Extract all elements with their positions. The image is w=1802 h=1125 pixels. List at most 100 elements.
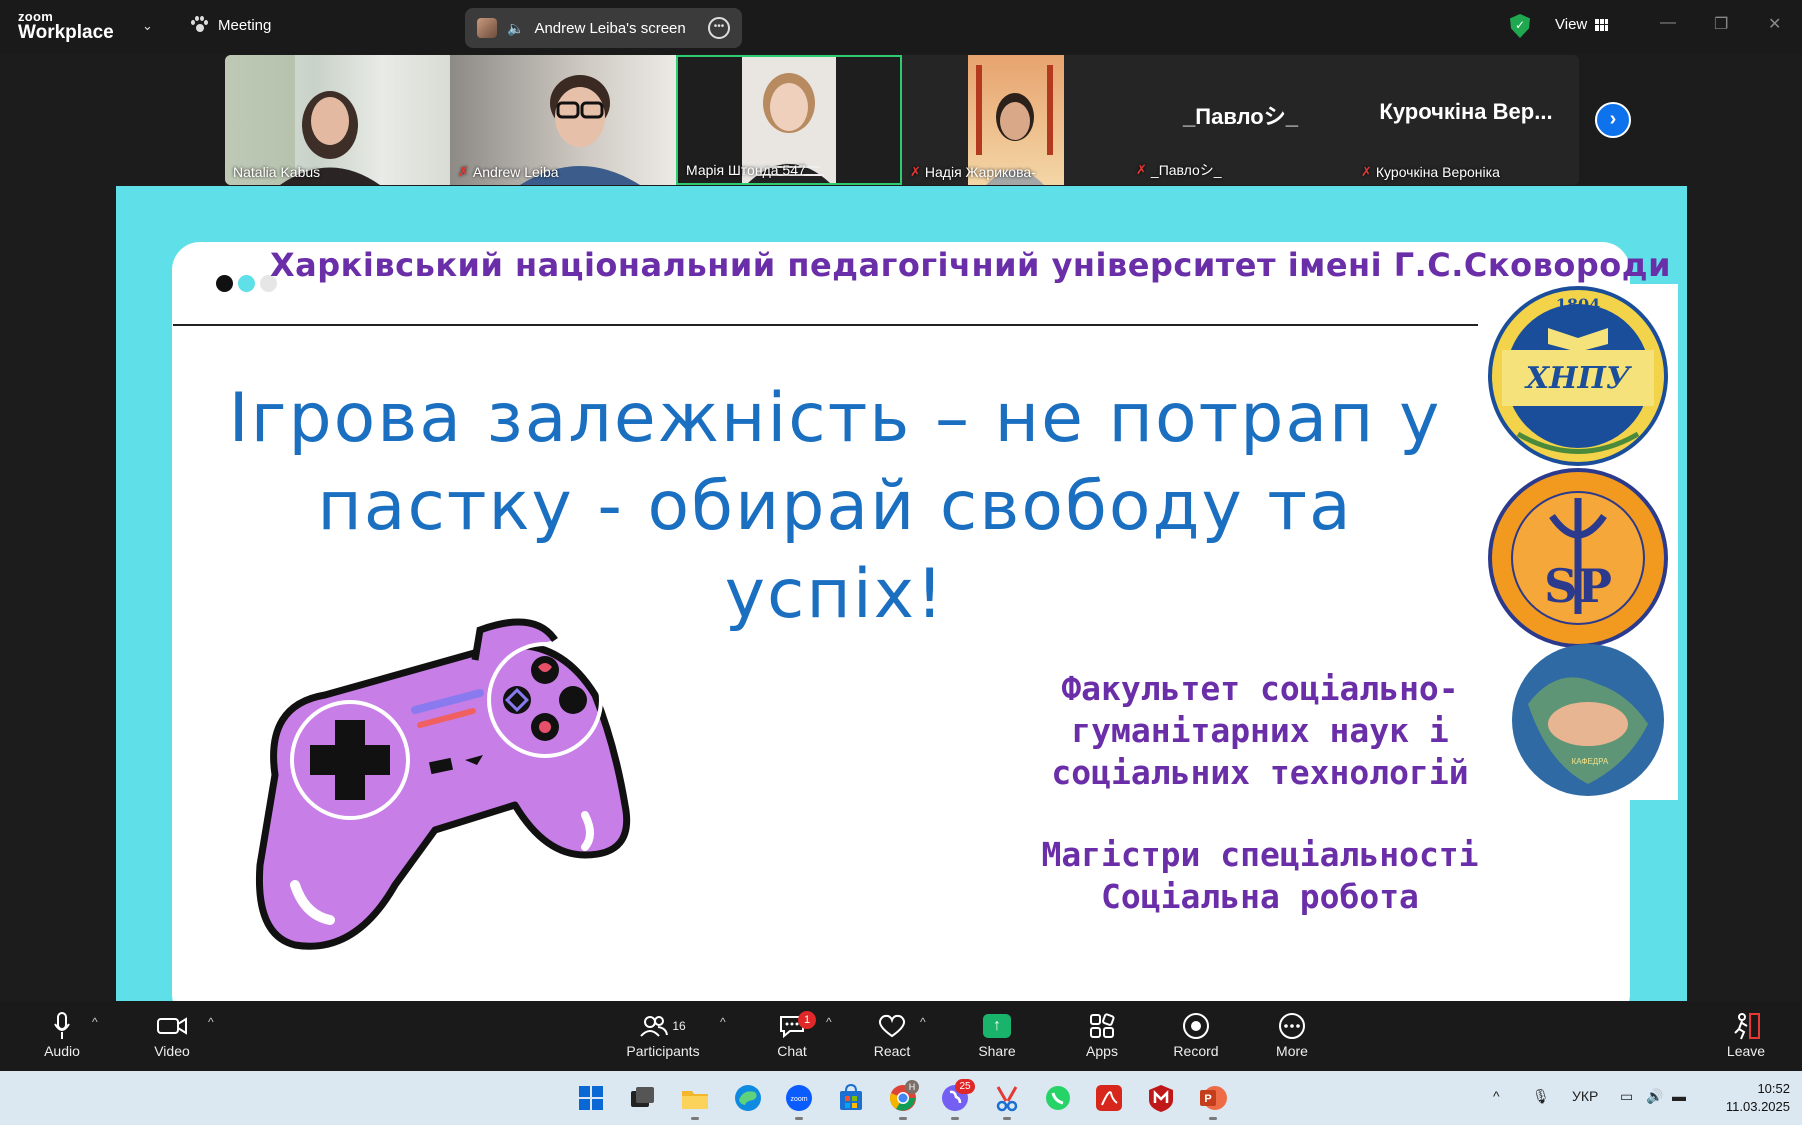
participant-name: Natalia Kabus — [233, 164, 321, 180]
leave-button[interactable]: Leave — [1722, 1009, 1770, 1059]
input-language[interactable]: УКР — [1572, 1088, 1598, 1104]
participant-display-name: Курочкіна Вер... — [1379, 99, 1553, 124]
close-icon[interactable]: ✕ — [1768, 14, 1781, 34]
avatar — [477, 18, 497, 38]
leave-icon — [1734, 1013, 1760, 1040]
more-button[interactable]: More — [1268, 1009, 1316, 1059]
chat-badge: 1 — [798, 1011, 816, 1029]
mcafee-icon[interactable] — [1146, 1083, 1176, 1113]
participant-tile[interactable]: Курочкіна Вер... ✗ Курочкіна Вероніка — [1353, 55, 1579, 185]
specialty-text: Магістри спеціальності Соціальна робота — [1041, 835, 1479, 916]
audio-button[interactable]: Audio — [38, 1009, 86, 1059]
participant-name: ✗ Надія Жарикова- — [910, 164, 1036, 180]
top-bar: zoom Workplace ⌄ Meeting 🔈 Andrew Leiba'… — [0, 0, 1802, 54]
logo-text: SP — [1544, 559, 1612, 613]
view-button[interactable]: View — [1555, 16, 1609, 33]
chat-options-caret[interactable]: ^ — [826, 1015, 832, 1029]
whatsapp-icon[interactable] — [1043, 1083, 1073, 1113]
file-explorer-icon[interactable] — [680, 1083, 710, 1113]
snipping-tool-icon[interactable] — [992, 1083, 1022, 1113]
slide-title: Ігрова залежність – не потрап у пастку -… — [228, 379, 1442, 634]
participant-gallery: Natalia Kabus ✗ Andrew Leiba Марія Штонда… — [225, 55, 1579, 185]
svg-text:zoom: zoom — [790, 1096, 807, 1103]
university-title: Харківський національний педагогічний ун… — [270, 246, 1671, 284]
share-button[interactable]: ↑ Share — [972, 1009, 1022, 1059]
video-camera-icon — [157, 1017, 187, 1035]
screen-share-indicator[interactable]: 🔈 Andrew Leiba's screen ••• — [465, 8, 742, 48]
mic-off-icon: ✗ — [1361, 164, 1372, 179]
windows-start-icon[interactable] — [576, 1083, 606, 1113]
mic-off-icon: ✗ — [1136, 162, 1147, 177]
university-logos: 1804 ХНПУ SP КАФЕДРА — [1478, 284, 1678, 800]
react-button[interactable]: React — [866, 1009, 918, 1059]
share-icon: ↑ — [983, 1014, 1011, 1038]
record-button[interactable]: Record — [1168, 1009, 1224, 1059]
show-hidden-icons[interactable]: ^ — [1493, 1088, 1500, 1104]
microphone-tray-icon[interactable]: 🎙 — [1532, 1088, 1550, 1105]
edge-icon[interactable] — [733, 1083, 763, 1113]
acrobat-icon[interactable] — [1094, 1083, 1124, 1113]
participants-button[interactable]: 16 Participants — [620, 1009, 706, 1059]
system-clock[interactable]: 10:52 11.03.2025 — [1712, 1080, 1790, 1116]
participant-tile[interactable]: ✗ Надія Жарикова- — [902, 55, 1128, 185]
logo-images: 1804 ХНПУ SP КАФЕДРА — [1488, 286, 1668, 796]
gamepad-illustration — [255, 618, 631, 950]
battery-icon[interactable]: ▬ — [1672, 1088, 1686, 1104]
participant-name: ✗ _Павлоシ_ — [1136, 162, 1222, 178]
more-icon — [1279, 1013, 1305, 1039]
minimize-icon[interactable]: — — [1660, 14, 1676, 32]
participant-name: ✗ Курочкіна Вероніка — [1361, 164, 1500, 180]
speaker-icon: 🔈 — [507, 19, 525, 36]
decorative-dots — [216, 275, 277, 292]
store-icon[interactable] — [836, 1083, 866, 1113]
participants-count: 16 — [672, 1019, 686, 1033]
paw-icon — [190, 16, 208, 34]
participants-icon — [640, 1016, 669, 1037]
participant-display-name: _Павлоシ_ — [1183, 104, 1298, 129]
participant-tile-active-speaker[interactable]: Марія Штонда 547 — [676, 55, 902, 185]
divider — [173, 324, 1479, 326]
apps-button[interactable]: Apps — [1078, 1009, 1126, 1059]
restore-icon[interactable]: ❐ — [1714, 14, 1728, 34]
more-options-icon[interactable]: ••• — [708, 17, 730, 39]
video-button[interactable]: Video — [148, 1009, 196, 1059]
logo-year: 1804 — [1556, 295, 1601, 314]
zoom-window: zoom Workplace ⌄ Meeting 🔈 Andrew Leiba'… — [0, 0, 1802, 1125]
volume-icon[interactable]: 🔊 — [1646, 1088, 1663, 1105]
logo-text: ХНПУ — [1524, 361, 1633, 396]
chrome-profile-badge: H — [905, 1080, 919, 1094]
meeting-toolbar: Audio ^ Video ^ 16 Participants ^ Chat 1… — [0, 1001, 1802, 1071]
mic-off-icon: ✗ — [458, 164, 469, 179]
heart-icon — [878, 1014, 906, 1038]
participant-tile[interactable]: _Павлоシ_ ✗ _Павлоシ_ — [1128, 55, 1353, 185]
participant-tile[interactable]: Natalia Kabus — [225, 55, 450, 185]
record-icon — [1183, 1013, 1209, 1039]
svg-text:P: P — [1204, 1093, 1211, 1105]
viber-badge: 25 — [955, 1079, 975, 1094]
video-options-caret[interactable]: ^ — [208, 1015, 214, 1029]
microphone-icon — [54, 1012, 70, 1039]
participant-name: Марія Штонда 547 — [686, 162, 806, 178]
sharing-label: Andrew Leiba's screen — [534, 19, 686, 37]
zoom-app-icon[interactable]: zoom — [784, 1083, 814, 1113]
next-page-button[interactable]: › — [1595, 102, 1631, 138]
meeting-label: Meeting — [218, 16, 272, 34]
svg-text:КАФЕДРА: КАФЕДРА — [1572, 757, 1609, 766]
meeting-menu[interactable]: Meeting — [190, 16, 271, 34]
powerpoint-icon[interactable]: P — [1198, 1083, 1228, 1113]
participant-tile[interactable]: ✗ Andrew Leiba — [450, 55, 676, 185]
apps-icon — [1090, 1013, 1115, 1038]
faculty-text: Факультет соціально- гуманітарних наук і… — [1051, 669, 1469, 792]
chat-button[interactable]: Chat 1 — [766, 1009, 818, 1059]
audio-options-caret[interactable]: ^ — [92, 1015, 98, 1029]
network-icon[interactable]: ▭ — [1620, 1088, 1633, 1105]
participants-options-caret[interactable]: ^ — [720, 1015, 726, 1029]
task-view-icon[interactable] — [627, 1083, 657, 1113]
zoom-logo[interactable]: zoom Workplace — [18, 10, 114, 42]
participant-name: ✗ Andrew Leiba — [458, 164, 559, 180]
encryption-shield-icon[interactable]: ✓ — [1510, 14, 1530, 38]
chevron-down-icon[interactable]: ⌄ — [142, 18, 153, 34]
mic-off-icon: ✗ — [910, 164, 921, 179]
react-options-caret[interactable]: ^ — [920, 1015, 926, 1029]
grid-icon — [1595, 18, 1609, 31]
